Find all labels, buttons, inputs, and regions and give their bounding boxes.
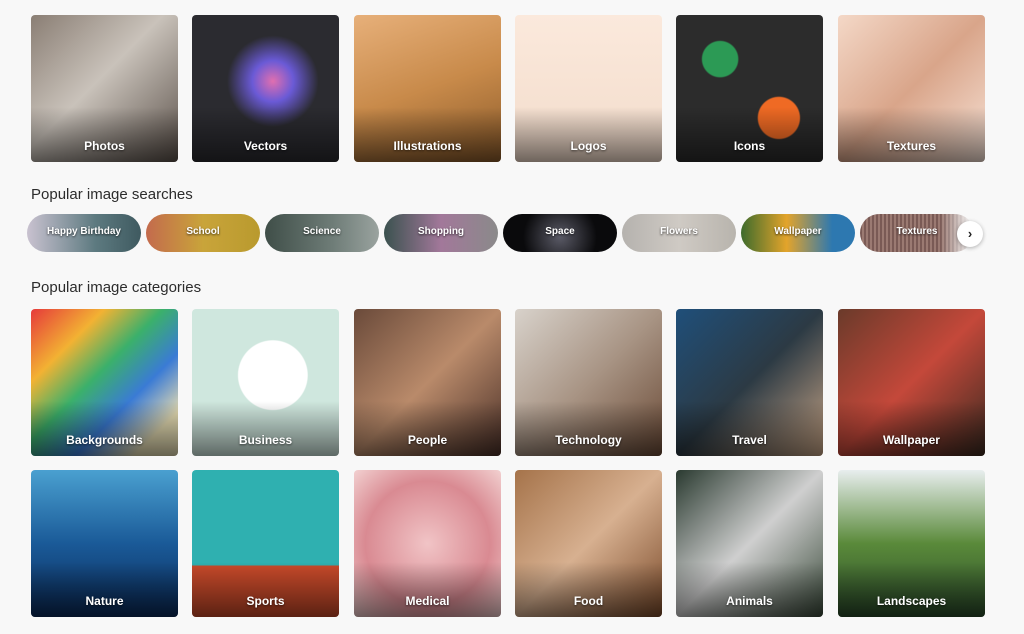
tile-label: Photos: [84, 139, 125, 153]
asset-tile-illustrations[interactable]: Illustrations: [354, 15, 501, 162]
pill-label: Science: [303, 226, 341, 237]
tile-label: Technology: [555, 433, 622, 447]
pill-label: School: [186, 226, 220, 237]
tile-shade: [515, 107, 662, 162]
tile-shade: [354, 401, 501, 456]
tile-shade: [192, 107, 339, 162]
search-pill-space[interactable]: Space: [503, 214, 617, 252]
asset-tile-logos[interactable]: Logos: [515, 15, 662, 162]
tile-label: People: [407, 433, 448, 447]
pill-label: Wallpaper: [774, 226, 822, 237]
category-tile-travel[interactable]: Travel: [676, 309, 823, 456]
tile-shade: [31, 107, 178, 162]
tile-label: Business: [238, 433, 293, 447]
pill-label: Flowers: [660, 226, 698, 237]
tile-label: Nature: [85, 594, 124, 608]
asset-tile-icons[interactable]: Icons: [676, 15, 823, 162]
tile-shade: [515, 562, 662, 617]
category-tile-people[interactable]: People: [354, 309, 501, 456]
search-pill-science[interactable]: Science: [265, 214, 379, 252]
tile-label: Vectors: [243, 139, 288, 153]
category-tile-animals[interactable]: Animals: [676, 470, 823, 617]
tile-shade: [838, 401, 985, 456]
tile-label: Food: [573, 594, 604, 608]
tile-label: Backgrounds: [66, 433, 143, 447]
tile-shade: [838, 562, 985, 617]
tile-shade: [676, 107, 823, 162]
tile-label: Animals: [726, 594, 773, 608]
tile-shade: [676, 562, 823, 617]
category-tile-technology[interactable]: Technology: [515, 309, 662, 456]
tile-label: Illustrations: [393, 139, 462, 153]
category-tile-medical[interactable]: Medical: [354, 470, 501, 617]
search-pill-shopping[interactable]: Shopping: [384, 214, 498, 252]
pill-label: Space: [545, 226, 575, 237]
tile-shade: [31, 562, 178, 617]
category-tile-nature[interactable]: Nature: [31, 470, 178, 617]
tile-shade: [192, 562, 339, 617]
asset-tile-textures[interactable]: Textures: [838, 15, 985, 162]
searches-heading: Popular image searches: [31, 186, 193, 203]
tile-shade: [192, 401, 339, 456]
search-pill-school[interactable]: School: [146, 214, 260, 252]
tile-label: Wallpaper: [883, 433, 940, 447]
tile-label: Medical: [405, 594, 450, 608]
category-tile-food[interactable]: Food: [515, 470, 662, 617]
categories-heading: Popular image categories: [31, 279, 202, 296]
tile-label: Textures: [886, 139, 937, 153]
tile-shade: [676, 401, 823, 456]
pill-label: Happy Birthday: [47, 226, 121, 237]
tile-label: Travel: [732, 433, 767, 447]
category-tile-business[interactable]: Business: [192, 309, 339, 456]
tile-shade: [31, 401, 178, 456]
category-tile-landscapes[interactable]: Landscapes: [838, 470, 985, 617]
asset-tile-vectors[interactable]: Vectors: [192, 15, 339, 162]
category-tile-sports[interactable]: Sports: [192, 470, 339, 617]
carousel-next-button[interactable]: ›: [957, 221, 983, 247]
category-tile-backgrounds[interactable]: Backgrounds: [31, 309, 178, 456]
asset-tile-photos[interactable]: Photos: [31, 15, 178, 162]
search-pill-wallpaper[interactable]: Wallpaper: [741, 214, 855, 252]
search-pill-happy-birthday[interactable]: Happy Birthday: [27, 214, 141, 252]
tile-shade: [838, 107, 985, 162]
tile-shade: [354, 562, 501, 617]
tile-shade: [515, 401, 662, 456]
tile-label: Icons: [733, 139, 766, 153]
tile-label: Sports: [246, 594, 285, 608]
search-pill-flowers[interactable]: Flowers: [622, 214, 736, 252]
tile-label: Landscapes: [876, 594, 947, 608]
tile-label: Logos: [570, 139, 607, 153]
tile-shade: [354, 107, 501, 162]
pill-label: Shopping: [417, 226, 465, 237]
category-tile-wallpaper[interactable]: Wallpaper: [838, 309, 985, 456]
